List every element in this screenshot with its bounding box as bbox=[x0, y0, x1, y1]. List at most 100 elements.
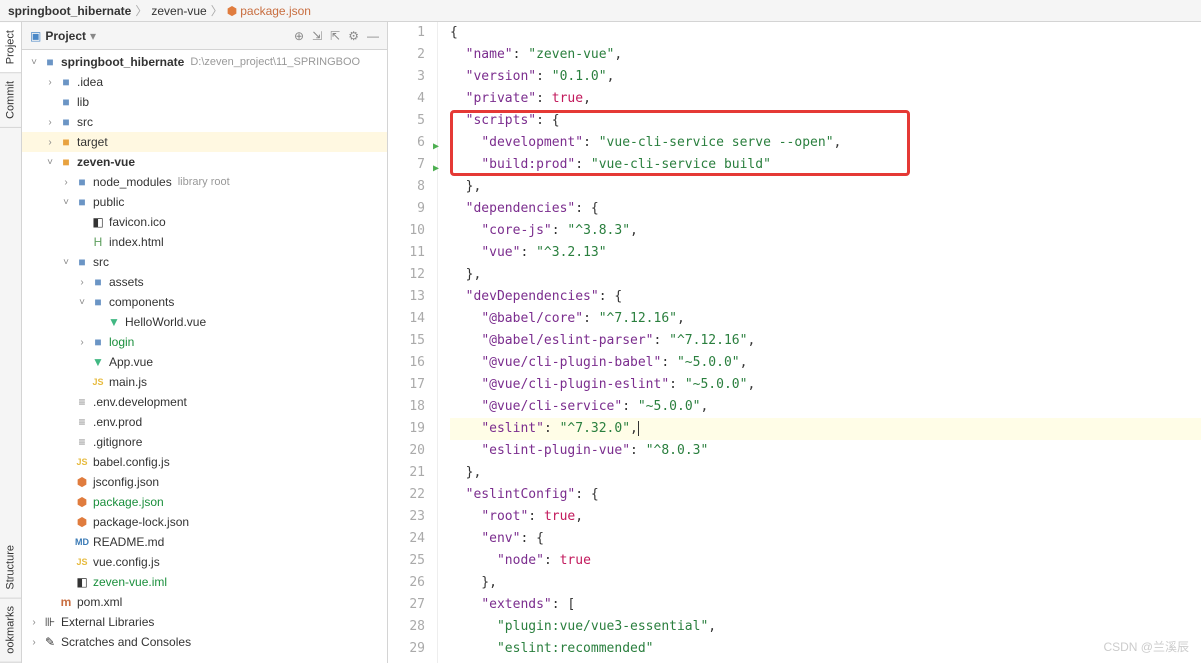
tab-commit[interactable]: Commit bbox=[0, 73, 21, 128]
expand-icon[interactable]: › bbox=[42, 117, 58, 128]
hide-icon[interactable]: — bbox=[367, 29, 379, 43]
tree-item-favicon[interactable]: ◧favicon.ico bbox=[22, 212, 387, 232]
tree-item-vue-config[interactable]: JSvue.config.js bbox=[22, 552, 387, 572]
code-line: "@vue/cli-plugin-babel": "~5.0.0", bbox=[450, 352, 1201, 374]
tab-bookmarks[interactable]: ookmarks bbox=[0, 598, 21, 663]
line-number[interactable]: 26 bbox=[388, 572, 425, 594]
project-tree[interactable]: ˅ ■ springboot_hibernate D:\zeven_projec… bbox=[22, 50, 387, 663]
line-number[interactable]: 21 bbox=[388, 462, 425, 484]
breadcrumb-folder[interactable]: zeven-vue bbox=[151, 4, 206, 18]
tree-item-main-js[interactable]: JSmain.js bbox=[22, 372, 387, 392]
line-number[interactable]: 8 bbox=[388, 176, 425, 198]
code-line: "build:prod": "vue-cli-service build" bbox=[450, 154, 1201, 176]
expand-icon[interactable]: › bbox=[58, 177, 74, 188]
line-number[interactable]: 6▶ bbox=[388, 132, 425, 154]
tree-item-jsconfig[interactable]: ⬢jsconfig.json bbox=[22, 472, 387, 492]
collapse-icon[interactable]: ˅ bbox=[58, 257, 74, 268]
project-dropdown[interactable]: Project bbox=[45, 29, 86, 43]
tree-item-public[interactable]: ˅■public bbox=[22, 192, 387, 212]
tree-item-external[interactable]: ›⊪External Libraries bbox=[22, 612, 387, 632]
tree-item-readme[interactable]: MDREADME.md bbox=[22, 532, 387, 552]
expand-icon[interactable]: › bbox=[42, 77, 58, 88]
line-number[interactable]: 10 bbox=[388, 220, 425, 242]
tree-item-login[interactable]: ›■login bbox=[22, 332, 387, 352]
tree-item-assets[interactable]: ›■assets bbox=[22, 272, 387, 292]
gutter[interactable]: 1 2 3 4 5 6▶ 7▶ 8 9 10 11 12 13 14 15 16… bbox=[388, 22, 438, 663]
line-number[interactable]: 27 bbox=[388, 594, 425, 616]
code-line: "env": { bbox=[450, 528, 1201, 550]
breadcrumb-file[interactable]: ⬢package.json bbox=[227, 4, 311, 18]
html-icon: H bbox=[90, 235, 106, 249]
select-opened-icon[interactable]: ⊕ bbox=[294, 29, 304, 43]
line-number[interactable]: 15 bbox=[388, 330, 425, 352]
line-number[interactable]: 13 bbox=[388, 286, 425, 308]
tree-item-env-dev[interactable]: ≡.env.development bbox=[22, 392, 387, 412]
line-number[interactable]: 4 bbox=[388, 88, 425, 110]
code-editor[interactable]: 1 2 3 4 5 6▶ 7▶ 8 9 10 11 12 13 14 15 16… bbox=[388, 22, 1201, 663]
tree-item-scratches[interactable]: ›✎Scratches and Consoles bbox=[22, 632, 387, 652]
tree-item-idea[interactable]: ›■.idea bbox=[22, 72, 387, 92]
settings-icon[interactable]: ⚙ bbox=[348, 29, 359, 43]
line-number[interactable]: 25 bbox=[388, 550, 425, 572]
line-number[interactable]: 12 bbox=[388, 264, 425, 286]
line-number[interactable]: 3 bbox=[388, 66, 425, 88]
tree-item-iml[interactable]: ◧zeven-vue.iml bbox=[22, 572, 387, 592]
tree-item-lib[interactable]: ■lib bbox=[22, 92, 387, 112]
line-number[interactable]: 16 bbox=[388, 352, 425, 374]
line-number[interactable]: 24 bbox=[388, 528, 425, 550]
line-number[interactable]: 28 bbox=[388, 616, 425, 638]
md-icon: MD bbox=[74, 537, 90, 547]
tree-item-babel[interactable]: JSbabel.config.js bbox=[22, 452, 387, 472]
line-number[interactable]: 9 bbox=[388, 198, 425, 220]
tree-item-package-json[interactable]: ⬢package.json bbox=[22, 492, 387, 512]
expand-icon[interactable]: › bbox=[42, 137, 58, 148]
line-number[interactable]: 7▶ bbox=[388, 154, 425, 176]
tree-item-gitignore[interactable]: ≡.gitignore bbox=[22, 432, 387, 452]
collapse-all-icon[interactable]: ⇱ bbox=[330, 29, 340, 43]
tree-item-target[interactable]: ›■target bbox=[22, 132, 387, 152]
collapse-icon[interactable]: ˅ bbox=[74, 297, 90, 308]
breadcrumb-root[interactable]: springboot_hibernate bbox=[8, 4, 131, 18]
tree-item-app-vue[interactable]: ▼App.vue bbox=[22, 352, 387, 372]
tree-item-index-html[interactable]: Hindex.html bbox=[22, 232, 387, 252]
code-line: "scripts": { bbox=[450, 110, 1201, 132]
tree-item-package-lock[interactable]: ⬢package-lock.json bbox=[22, 512, 387, 532]
code-line: "devDependencies": { bbox=[450, 286, 1201, 308]
line-number[interactable]: 23 bbox=[388, 506, 425, 528]
collapse-icon[interactable]: ˅ bbox=[58, 197, 74, 208]
tree-item-node-modules[interactable]: ›■node_moduleslibrary root bbox=[22, 172, 387, 192]
chevron-down-icon[interactable]: ▾ bbox=[90, 29, 96, 43]
expand-all-icon[interactable]: ⇲ bbox=[312, 29, 322, 43]
line-number[interactable]: 20 bbox=[388, 440, 425, 462]
tab-structure[interactable]: Structure bbox=[0, 537, 21, 599]
scratch-icon: ✎ bbox=[42, 635, 58, 649]
line-number[interactable]: 5 bbox=[388, 110, 425, 132]
tree-item-env-prod[interactable]: ≡.env.prod bbox=[22, 412, 387, 432]
line-number[interactable]: 18 bbox=[388, 396, 425, 418]
line-number[interactable]: 29 bbox=[388, 638, 425, 660]
tree-item-src2[interactable]: ˅■src bbox=[22, 252, 387, 272]
tree-item-pom[interactable]: mpom.xml bbox=[22, 592, 387, 612]
tab-project[interactable]: Project bbox=[0, 22, 21, 73]
line-number[interactable]: 1 bbox=[388, 22, 425, 44]
expand-icon[interactable]: › bbox=[26, 617, 42, 628]
collapse-icon[interactable]: ˅ bbox=[42, 157, 58, 168]
line-number[interactable]: 19 bbox=[388, 418, 425, 440]
tree-item-src[interactable]: ›■src bbox=[22, 112, 387, 132]
tree-item-zeven-vue[interactable]: ˅■zeven-vue bbox=[22, 152, 387, 172]
line-number[interactable]: 17 bbox=[388, 374, 425, 396]
code-content[interactable]: { "name": "zeven-vue", "version": "0.1.0… bbox=[438, 22, 1201, 663]
expand-icon[interactable]: › bbox=[74, 277, 90, 288]
line-number[interactable]: 22 bbox=[388, 484, 425, 506]
code-line: "eslint:recommended" bbox=[450, 638, 1201, 660]
line-number[interactable]: 11 bbox=[388, 242, 425, 264]
line-number[interactable]: 2 bbox=[388, 44, 425, 66]
tree-item-helloworld[interactable]: ▼HelloWorld.vue bbox=[22, 312, 387, 332]
tree-item-components[interactable]: ˅■components bbox=[22, 292, 387, 312]
collapse-icon[interactable]: ˅ bbox=[26, 57, 42, 68]
expand-icon[interactable]: › bbox=[74, 337, 90, 348]
line-number[interactable]: 14 bbox=[388, 308, 425, 330]
expand-icon[interactable]: › bbox=[26, 637, 42, 648]
tree-root[interactable]: ˅ ■ springboot_hibernate D:\zeven_projec… bbox=[22, 52, 387, 72]
code-line: "name": "zeven-vue", bbox=[450, 44, 1201, 66]
